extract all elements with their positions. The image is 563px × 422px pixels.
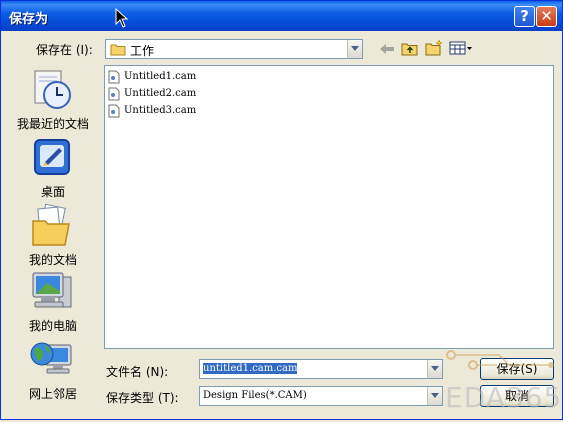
place-desktop[interactable]: 桌面 <box>10 135 96 199</box>
back-arrow-icon[interactable] <box>379 43 395 55</box>
place-label: 我最近的文档 <box>16 117 89 131</box>
current-folder-text: 工作 <box>130 44 155 58</box>
place-my-documents[interactable]: 我的文档 <box>10 203 96 267</box>
watermark: EDA365 <box>439 345 561 419</box>
filetype-select[interactable]: Design Files(*.CAM) <box>199 386 443 406</box>
my-documents-icon <box>32 203 70 246</box>
desktop-icon <box>34 139 70 175</box>
filename-label: 文件名 (N): <box>106 365 169 379</box>
places-bar: 我最近的文档 桌面 我的文档 我的电脑 网上邻居 <box>10 63 96 413</box>
close-button[interactable]: ✕ <box>536 6 557 27</box>
filetype-label: 保存类型 (T): <box>106 391 179 405</box>
place-recent-documents[interactable]: 我最近的文档 <box>10 67 96 131</box>
file-name: Untitled1.cam <box>124 71 197 82</box>
file-name: Untitled3.cam <box>124 105 197 116</box>
save-as-dialog: 保存为 ? ✕ 保存在 (I): 工作 我最近的文档 桌面 我的文档 我的电脑 … <box>0 0 563 420</box>
save-in-label: 保存在 (I): <box>36 43 93 57</box>
filename-input[interactable]: untitled1.cam.cam <box>199 359 443 379</box>
watermark-text: EDA365 <box>445 381 563 414</box>
view-menu-icon[interactable] <box>449 41 473 55</box>
folder-icon <box>110 44 126 56</box>
file-icon <box>108 87 120 101</box>
filename-value: untitled1.cam.cam <box>203 363 298 374</box>
save-in-combo[interactable]: 工作 <box>105 39 363 59</box>
place-network[interactable]: 网上邻居 <box>10 337 96 401</box>
place-label: 桌面 <box>40 185 65 199</box>
my-computer-icon <box>32 272 72 308</box>
mouse-pointer-icon <box>115 8 129 28</box>
file-name: Untitled2.cam <box>124 88 197 99</box>
place-label: 我的文档 <box>28 253 77 267</box>
place-my-computer[interactable]: 我的电脑 <box>10 269 96 333</box>
file-icon <box>108 70 120 84</box>
place-label: 网上邻居 <box>28 387 77 401</box>
place-label: 我的电脑 <box>28 319 77 333</box>
help-button[interactable]: ? <box>514 6 535 27</box>
up-folder-icon[interactable] <box>401 41 419 56</box>
window-title: 保存为 <box>9 12 49 27</box>
recent-documents-icon <box>34 70 71 109</box>
network-places-icon <box>30 342 72 374</box>
chevron-down-icon[interactable] <box>347 40 362 58</box>
filetype-value: Design Files(*.CAM) <box>203 390 307 401</box>
new-folder-icon[interactable] <box>425 39 443 56</box>
file-list[interactable]: Untitled1.cam Untitled2.cam Untitled3.ca… <box>104 65 554 349</box>
title-bar[interactable]: 保存为 ? ✕ <box>1 1 562 31</box>
file-icon <box>108 104 120 118</box>
